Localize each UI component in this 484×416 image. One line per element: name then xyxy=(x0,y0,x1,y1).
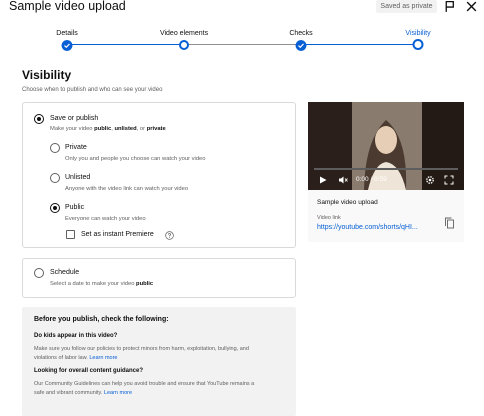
video-time: 0:00 / 0:59 xyxy=(356,176,387,183)
checklist-question: Do kids appear in this video? xyxy=(34,333,118,339)
private-desc: Only you and people you choose can watch… xyxy=(65,156,206,162)
copy-icon[interactable] xyxy=(444,217,455,229)
fullscreen-icon[interactable] xyxy=(444,175,454,185)
save-or-publish-radio[interactable] xyxy=(34,114,44,124)
step-visibility-dot[interactable] xyxy=(412,39,424,50)
instant-premiere-label[interactable]: Set as instant Premiere xyxy=(81,231,154,238)
visibility-heading: Visibility xyxy=(22,68,72,82)
check-circle-icon[interactable] xyxy=(61,40,73,51)
schedule-label[interactable]: Schedule xyxy=(50,269,79,276)
learn-more-link[interactable]: Learn more xyxy=(104,390,132,396)
mute-icon[interactable] xyxy=(338,175,348,185)
publish-checklist: Before you publish, check the following:… xyxy=(22,307,296,416)
stepper-line xyxy=(301,44,418,45)
private-label[interactable]: Private xyxy=(65,144,87,151)
video-link-label: Video link xyxy=(317,215,341,221)
save-or-publish-label[interactable]: Save or publish xyxy=(50,115,98,122)
video-link[interactable]: https://youtube.com/shorts/qHI... xyxy=(317,224,418,231)
preview-video-title: Sample video upload xyxy=(317,199,378,206)
public-radio[interactable] xyxy=(50,203,60,213)
dialog-title: Sample video upload xyxy=(9,0,126,13)
visibility-subtitle: Choose when to publish and who can see y… xyxy=(22,87,163,93)
stepper-line xyxy=(67,44,184,45)
help-icon[interactable] xyxy=(165,231,174,240)
dialog-header: Sample video upload Saved as private xyxy=(0,0,484,18)
step-video-elements-label[interactable]: Video elements xyxy=(160,30,208,37)
unlisted-label[interactable]: Unlisted xyxy=(65,174,90,181)
flag-icon[interactable] xyxy=(443,0,456,13)
schedule-desc: Select a date to make your video public xyxy=(50,281,154,287)
instant-premiere-checkbox[interactable] xyxy=(66,230,75,239)
private-radio[interactable] xyxy=(50,143,60,153)
video-preview-card: 0:00 / 0:59 Sample video upload Video li… xyxy=(308,102,464,242)
checklist-title: Before you publish, check the following: xyxy=(34,316,169,323)
check-circle-icon[interactable] xyxy=(295,40,307,51)
video-player[interactable]: 0:00 / 0:59 xyxy=(308,102,464,190)
learn-more-link[interactable]: Learn more xyxy=(89,355,117,361)
step-visibility-label[interactable]: Visibility xyxy=(405,30,430,37)
step-details-label[interactable]: Details xyxy=(56,30,77,37)
checklist-paragraph: Make sure you follow our policies to pro… xyxy=(34,346,249,361)
public-label[interactable]: Public xyxy=(65,204,84,211)
schedule-radio[interactable] xyxy=(34,268,44,278)
checklist-paragraph: Our Community Guidelines can help you av… xyxy=(34,381,255,396)
save-or-publish-card[interactable]: Save or publish Make your video public, … xyxy=(22,102,296,248)
stepper-line xyxy=(184,44,301,45)
saved-status-badge: Saved as private xyxy=(376,0,437,13)
unlisted-radio[interactable] xyxy=(50,173,60,183)
public-desc: Everyone can watch your video xyxy=(65,216,146,222)
play-icon[interactable] xyxy=(318,175,328,185)
step-checks-label[interactable]: Checks xyxy=(289,30,312,37)
save-or-publish-desc: Make your video public, unlisted, or pri… xyxy=(50,126,166,132)
settings-icon[interactable] xyxy=(425,175,435,185)
schedule-card[interactable]: Schedule Select a date to make your vide… xyxy=(22,258,296,298)
close-icon[interactable] xyxy=(465,0,478,13)
checklist-question: Looking for overall content guidance? xyxy=(34,368,144,374)
step-video-elements-dot[interactable] xyxy=(179,40,189,50)
video-progress-bar[interactable] xyxy=(314,168,458,170)
unlisted-desc: Anyone with the video link can watch you… xyxy=(65,186,189,192)
